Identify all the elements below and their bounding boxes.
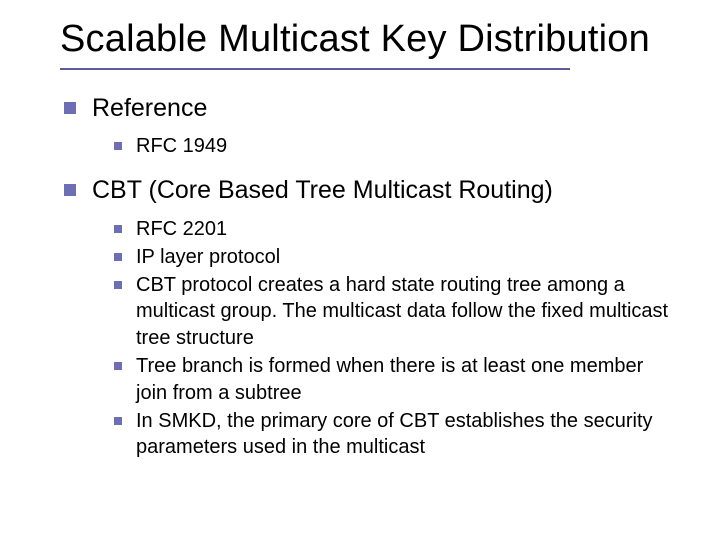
title-underline bbox=[60, 68, 570, 70]
list-item-text: Tree branch is formed when there is at l… bbox=[136, 353, 676, 407]
square-bullet-icon bbox=[114, 225, 122, 233]
square-bullet-icon bbox=[64, 102, 76, 114]
square-bullet-icon bbox=[114, 417, 122, 425]
section-heading: Reference bbox=[64, 92, 680, 126]
list-item-text: IP layer protocol bbox=[136, 244, 280, 271]
list-item-text: CBT protocol creates a hard state routin… bbox=[136, 272, 676, 352]
square-bullet-icon bbox=[114, 253, 122, 261]
list-item: IP layer protocol bbox=[114, 244, 680, 271]
list-item-text: RFC 2201 bbox=[136, 216, 227, 243]
outline: Reference RFC 1949 CBT (Core Based Tree … bbox=[60, 92, 680, 461]
square-bullet-icon bbox=[114, 281, 122, 289]
list-item: RFC 1949 bbox=[114, 133, 680, 160]
list-item-text: RFC 1949 bbox=[136, 133, 227, 160]
list-item: CBT protocol creates a hard state routin… bbox=[114, 272, 680, 352]
slide-title: Scalable Multicast Key Distribution bbox=[60, 18, 680, 62]
list-item: Tree branch is formed when there is at l… bbox=[114, 353, 680, 407]
square-bullet-icon bbox=[114, 362, 122, 370]
list-item: In SMKD, the primary core of CBT establi… bbox=[114, 408, 680, 462]
section-heading-text: CBT (Core Based Tree Multicast Routing) bbox=[92, 174, 553, 208]
list-item-text: In SMKD, the primary core of CBT establi… bbox=[136, 408, 676, 462]
list-item: RFC 2201 bbox=[114, 216, 680, 243]
section-heading-text: Reference bbox=[92, 92, 207, 126]
section-heading: CBT (Core Based Tree Multicast Routing) bbox=[64, 174, 680, 208]
square-bullet-icon bbox=[64, 184, 76, 196]
section-items: RFC 1949 bbox=[64, 133, 680, 160]
square-bullet-icon bbox=[114, 142, 122, 150]
section-items: RFC 2201 IP layer protocol CBT protocol … bbox=[64, 216, 680, 461]
